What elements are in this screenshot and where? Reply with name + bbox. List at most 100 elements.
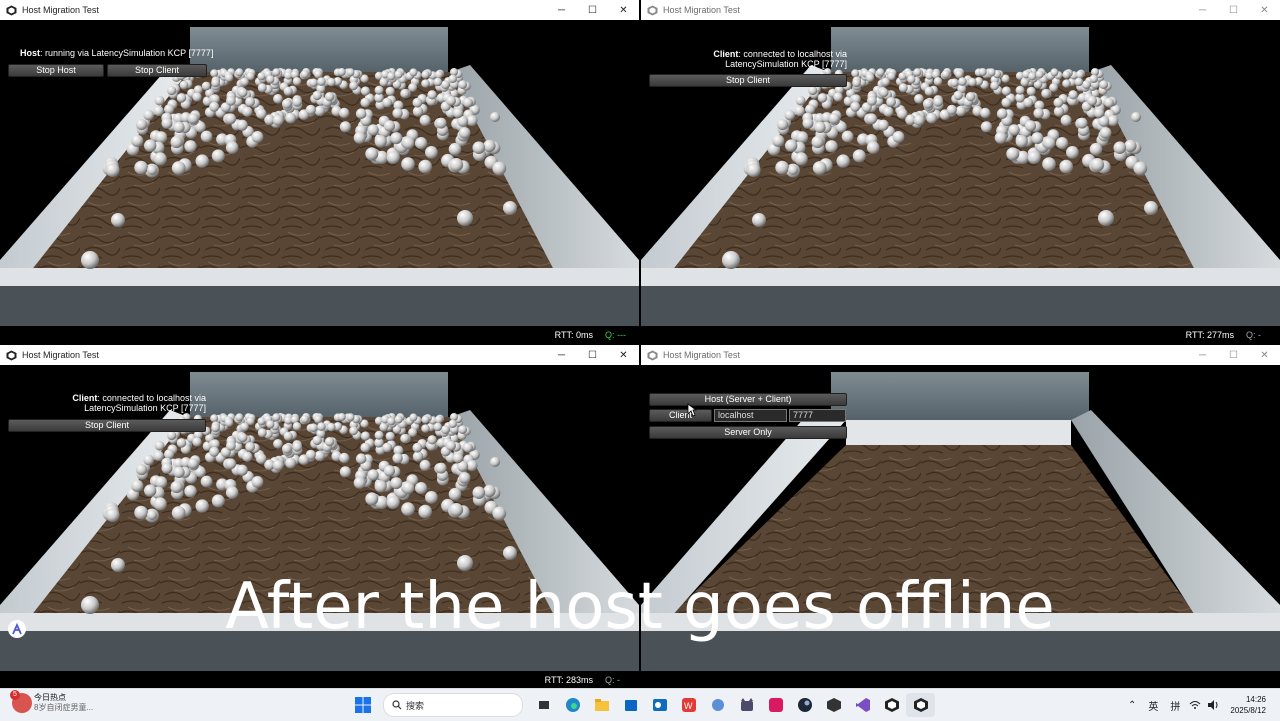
taskbar-search-box[interactable]: 搜索: [383, 693, 523, 717]
close-button[interactable]: ✕: [1249, 345, 1280, 365]
close-button[interactable]: ✕: [608, 0, 639, 20]
visual-studio-icon[interactable]: [848, 693, 877, 717]
stop-client-button[interactable]: Stop Client: [107, 64, 207, 77]
ball: [412, 97, 423, 108]
ball: [155, 476, 168, 489]
ball: [382, 97, 393, 108]
ball: [225, 458, 237, 470]
ime-mode[interactable]: 拼: [1170, 698, 1180, 713]
windows-start-icon[interactable]: [348, 693, 377, 717]
status-text: : connected to localhost via: [97, 393, 206, 403]
close-button[interactable]: ✕: [1249, 0, 1280, 20]
ball: [933, 96, 944, 107]
ball: [1074, 77, 1084, 87]
unity-editor-icon[interactable]: [877, 693, 906, 717]
unity-hub-icon[interactable]: [819, 693, 848, 717]
ball: [788, 165, 798, 175]
minimize-button[interactable]: ─: [1187, 345, 1218, 365]
ball: [170, 480, 183, 494]
maximize-button[interactable]: ☐: [577, 345, 608, 365]
ball: [387, 417, 396, 426]
quality-label: Q: -: [1246, 330, 1261, 340]
news-icon: 5: [10, 690, 32, 713]
minimize-button[interactable]: ─: [546, 0, 577, 20]
wifi-icon[interactable]: [1189, 700, 1201, 710]
ball: [866, 141, 880, 154]
tray-expand-icon[interactable]: ⌃: [1128, 700, 1136, 711]
maximize-button[interactable]: ☐: [1218, 0, 1249, 20]
ball: [450, 68, 458, 76]
ball: [353, 476, 366, 489]
ball: [987, 68, 996, 77]
ball: [374, 430, 384, 440]
steam-icon[interactable]: [790, 693, 819, 717]
ball: [448, 74, 457, 84]
minimize-button[interactable]: ─: [546, 345, 577, 365]
clock-date: 2025/8/12: [1230, 706, 1266, 715]
ball: [785, 139, 798, 152]
ball: [796, 131, 809, 144]
news-widget[interactable]: 5 今日热点 8岁自闭症男童...: [10, 690, 93, 713]
window-title: Host Migration Test: [663, 5, 740, 15]
ball: [360, 97, 371, 108]
ball: [802, 117, 814, 129]
ball: [1098, 210, 1114, 226]
edge-browser-icon[interactable]: [558, 693, 587, 717]
rtt-label: RTT: 0ms: [554, 330, 593, 340]
port-field[interactable]: 7777: [789, 409, 846, 422]
unity-game-icon[interactable]: [906, 693, 935, 717]
server-only-button[interactable]: Server Only: [649, 426, 847, 439]
ball: [1027, 150, 1041, 164]
stop-client-button[interactable]: Stop Client: [649, 74, 847, 87]
ball: [195, 499, 209, 513]
ball: [1062, 79, 1071, 88]
ball: [385, 431, 395, 441]
host-server-client-button[interactable]: Host (Server + Client): [649, 393, 847, 406]
close-button[interactable]: ✕: [608, 345, 639, 365]
volume-icon[interactable]: [1207, 700, 1219, 710]
ball: [170, 135, 183, 149]
window-titlebar[interactable]: Host Migration Test ─ ☐ ✕: [641, 0, 1280, 20]
windows-taskbar: 5 今日热点 8岁自闭症男童... 搜索 W ⌃ 英 拼 14:26 2025/…: [0, 688, 1280, 721]
game-cat-icon[interactable]: [732, 693, 761, 717]
file-explorer-icon[interactable]: [587, 693, 616, 717]
assistant-float-icon[interactable]: [8, 620, 26, 638]
store-icon[interactable]: [616, 693, 645, 717]
ball: [1008, 124, 1020, 136]
red-app-icon[interactable]: [761, 693, 790, 717]
minimize-button[interactable]: ─: [1187, 0, 1218, 20]
ball: [448, 487, 462, 501]
maximize-button[interactable]: ☐: [1218, 345, 1249, 365]
ball: [184, 485, 197, 498]
stop-host-button[interactable]: Stop Host: [8, 64, 104, 77]
ball: [795, 95, 806, 106]
window-titlebar[interactable]: Host Migration Test ─ ☐ ✕: [641, 345, 1280, 365]
ball: [386, 150, 400, 164]
window-titlebar[interactable]: Host Migration Test ─ ☐ ✕: [0, 345, 639, 365]
wps-office-icon[interactable]: W: [674, 693, 703, 717]
ball: [1026, 86, 1036, 96]
ball: [1099, 127, 1112, 139]
network-tool-icon[interactable]: [703, 693, 732, 717]
ball: [211, 423, 220, 433]
address-field[interactable]: localhost: [714, 409, 787, 422]
ime-language[interactable]: 英: [1148, 698, 1158, 713]
client-button[interactable]: Client: [649, 409, 712, 422]
game-scene: Client: connected to localhost via Laten…: [641, 20, 1280, 344]
outlook-icon[interactable]: [645, 693, 674, 717]
ball: [192, 437, 202, 447]
task-view-icon[interactable]: [529, 693, 558, 717]
ball: [245, 442, 256, 452]
ball: [1043, 136, 1056, 149]
maximize-button[interactable]: ☐: [577, 0, 608, 20]
window-titlebar[interactable]: Host Migration Test ─ ☐ ✕: [0, 0, 639, 20]
ball: [360, 431, 370, 441]
ball: [1028, 72, 1037, 81]
ball: [1075, 70, 1084, 79]
stop-client-button[interactable]: Stop Client: [8, 419, 206, 432]
ball: [273, 439, 283, 449]
ball: [367, 469, 379, 481]
ball: [851, 69, 860, 78]
system-clock[interactable]: 14:26 2025/8/12: [1230, 694, 1266, 716]
ball: [463, 97, 473, 108]
